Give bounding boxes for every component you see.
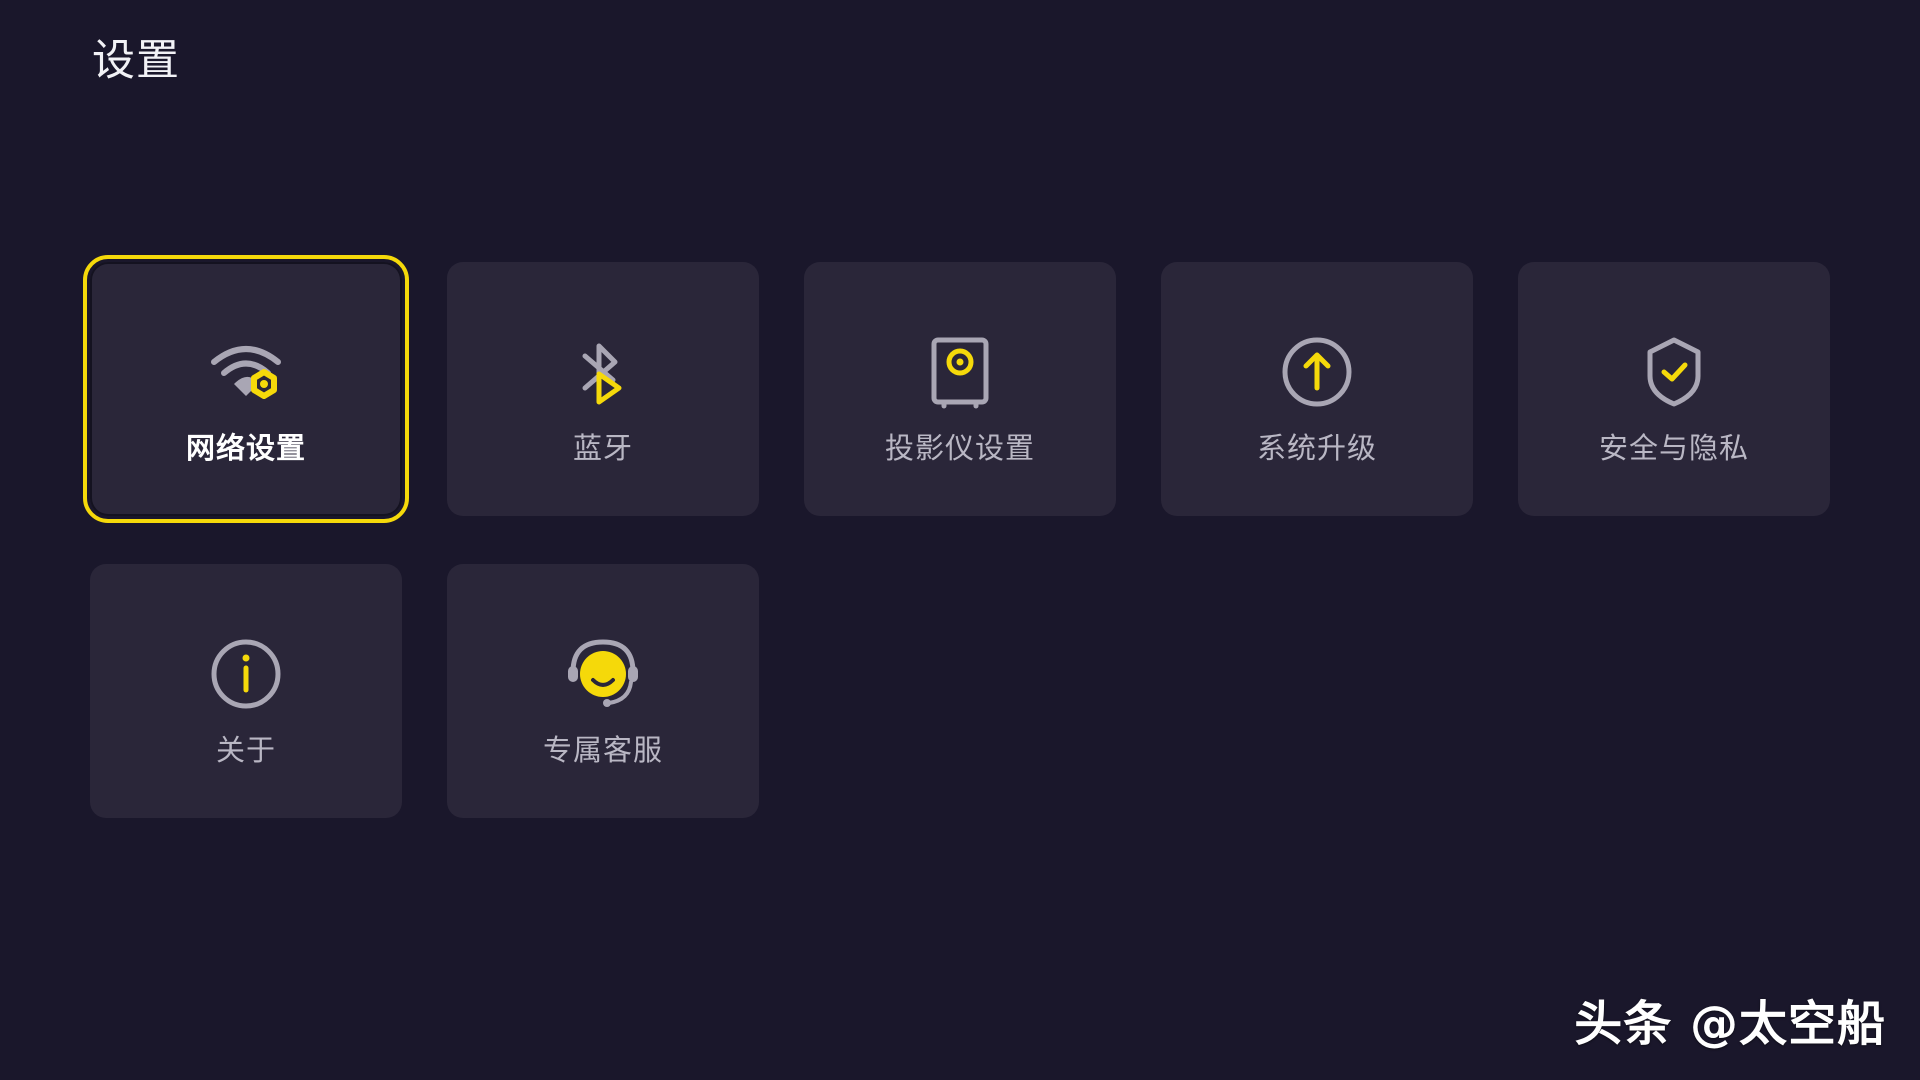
tile-about[interactable]: 关于: [90, 564, 402, 818]
tile-label: 专属客服: [542, 733, 663, 767]
tile-bluetooth[interactable]: 蓝牙: [447, 262, 759, 516]
tile-network-settings[interactable]: 网络设置: [83, 255, 409, 523]
upgrade-arrow-icon: [1277, 332, 1357, 412]
tile-label: 关于: [215, 733, 276, 767]
tile-customer-service[interactable]: 专属客服: [447, 564, 759, 818]
headset-smile-icon: [563, 634, 643, 714]
settings-screen: 设置 网络设置 蓝牙 投影仪设置 系统升级 安全与隐私 关于 专属客服 头条 @…: [0, 0, 1920, 1080]
watermark: 头条 @太空船: [1574, 996, 1886, 1052]
info-icon: [206, 634, 286, 714]
page-title: 设置: [92, 36, 180, 86]
tile-security-privacy[interactable]: 安全与隐私: [1518, 262, 1830, 516]
wifi-gear-icon: [206, 332, 286, 412]
tile-projector-settings[interactable]: 投影仪设置: [804, 262, 1116, 516]
tile-label: 蓝牙: [572, 431, 633, 465]
settings-grid: 网络设置 蓝牙 投影仪设置 系统升级 安全与隐私 关于 专属客服: [83, 255, 1830, 818]
shield-check-icon: [1634, 332, 1714, 412]
tile-system-upgrade[interactable]: 系统升级: [1161, 262, 1473, 516]
tile-label: 系统升级: [1256, 431, 1377, 465]
tile-label: 投影仪设置: [884, 431, 1035, 465]
bluetooth-icon: [563, 332, 643, 412]
tile-label: 网络设置: [185, 431, 306, 465]
projector-icon: [920, 332, 1000, 412]
tile-label: 安全与隐私: [1598, 431, 1749, 465]
